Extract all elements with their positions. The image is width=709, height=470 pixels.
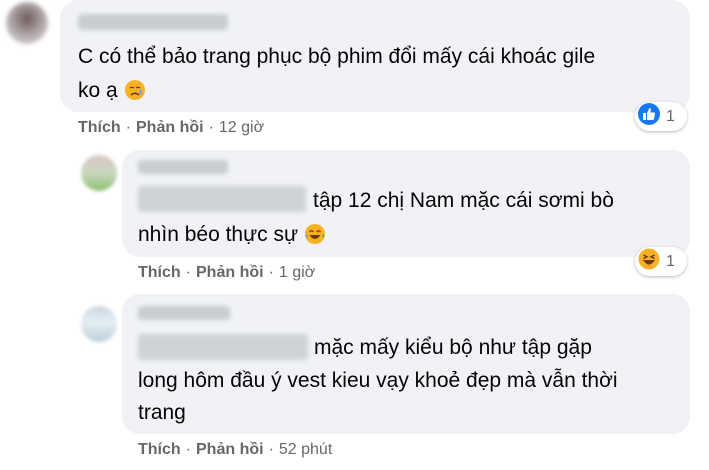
comment-text: nhìn béo thực sự (138, 218, 326, 255)
comment-time[interactable]: 1 giờ (279, 264, 315, 281)
reply-action[interactable]: Phản hồi (196, 264, 264, 281)
haha-reaction-icon (638, 248, 660, 275)
like-reaction-icon (638, 103, 660, 130)
blurred-mention[interactable] (138, 334, 308, 360)
like-action[interactable]: Thích (138, 441, 181, 458)
like-action[interactable]: Thích (78, 119, 121, 136)
comment-text: trang (138, 401, 186, 424)
comment-text: C có thể bảo trang phục bộ phim đổi mấy … (78, 45, 596, 68)
comment-actions: Thích · Phản hồi · 52 phút (138, 441, 333, 458)
blurred-mention[interactable] (138, 186, 306, 212)
comment-text: ko ạ (78, 74, 146, 111)
comment-text: mặc mấy kiểu bộ như tập gặp (314, 336, 592, 359)
comment-time[interactable]: 52 phút (279, 441, 332, 458)
avatar[interactable] (6, 2, 48, 44)
reaction-count[interactable]: 1 (635, 102, 687, 131)
comment-time[interactable]: 12 giờ (219, 119, 264, 136)
avatar[interactable] (81, 306, 117, 342)
comment-text: tập 12 chị Nam mặc cái sơmi bò (313, 189, 614, 212)
like-action[interactable]: Thích (138, 264, 181, 281)
comment-actions: Thích · Phản hồi · 12 giờ (78, 119, 265, 136)
blurred-author-name[interactable] (138, 306, 230, 320)
comment-text: long hôm đầu ý vest kieu vạy khoẻ đẹp mà… (138, 369, 618, 392)
reply-action[interactable]: Phản hồi (196, 441, 264, 458)
avatar[interactable] (81, 155, 117, 191)
reaction-count[interactable]: 1 (635, 247, 687, 276)
comment-actions: Thích · Phản hồi · 1 giờ (138, 264, 316, 281)
blurred-author-name[interactable] (138, 160, 228, 174)
reply-action[interactable]: Phản hồi (136, 119, 204, 136)
crying-face-icon (124, 78, 146, 111)
laughing-tears-icon (304, 222, 326, 255)
blurred-author-name[interactable] (78, 14, 228, 30)
